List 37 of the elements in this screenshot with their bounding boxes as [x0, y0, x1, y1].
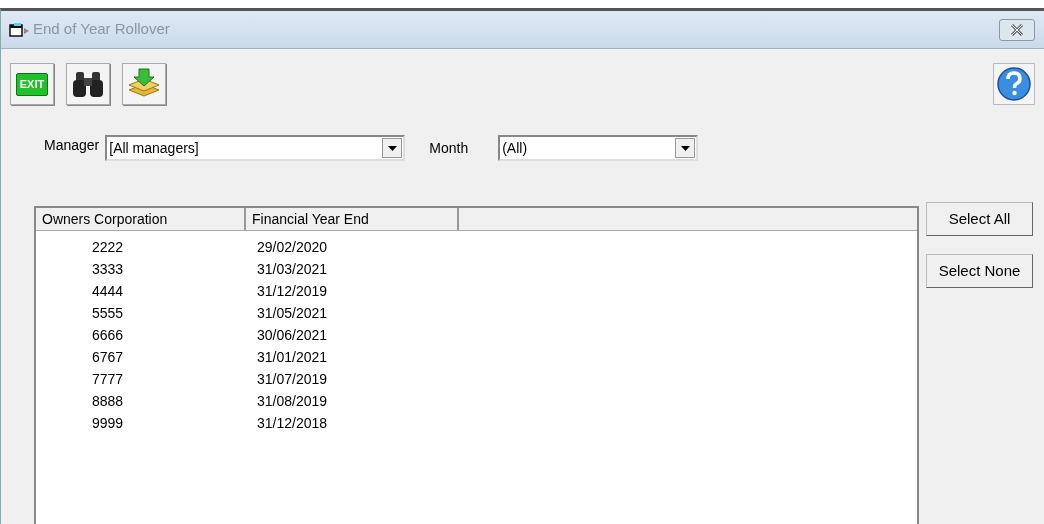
caret-icon — [680, 145, 690, 151]
close-button[interactable] — [999, 18, 1035, 41]
table-cell: 31/12/2019 — [257, 282, 328, 299]
column-header[interactable]: Owners Corporation — [36, 208, 246, 230]
table-cell: 8888 — [92, 392, 124, 409]
filter-label: Manager — [44, 135, 100, 155]
table-cell: 30/06/2021 — [257, 326, 328, 343]
table-cell: 9999 — [92, 414, 124, 431]
select-button[interactable]: Select None — [926, 254, 1033, 288]
column-header[interactable]: Financial Year End — [246, 208, 459, 230]
rollover-button[interactable] — [122, 63, 166, 105]
table-cell: 6767 — [92, 348, 124, 365]
dropdown-field[interactable]: [All managers] — [105, 135, 406, 161]
table-cell: 29/02/2020 — [257, 238, 328, 255]
close-icon — [1010, 23, 1024, 36]
find-button[interactable] — [66, 63, 110, 105]
table-cell: 31/12/2018 — [257, 414, 328, 431]
table-cell: 31/01/2021 — [257, 348, 328, 365]
table-cell: 4444 — [92, 282, 124, 299]
table-cell: 31/05/2021 — [257, 304, 328, 321]
table-cell: 3333 — [92, 260, 124, 277]
table-cell: 5555 — [92, 304, 124, 321]
filter-label: Month — [429, 138, 469, 158]
window-title: End of Year Rollover — [33, 19, 170, 40]
table-cell: 31/03/2021 — [257, 260, 328, 277]
dropdown-field[interactable]: (All) — [498, 135, 699, 161]
window-icon — [9, 21, 31, 38]
binoculars-icon — [72, 70, 104, 98]
help-button[interactable] — [993, 63, 1035, 105]
table-cell: 6666 — [92, 326, 124, 343]
help-icon — [996, 66, 1032, 102]
table-cell: 2222 — [92, 238, 124, 255]
caret-icon — [387, 145, 397, 151]
table-cell: 31/07/2019 — [257, 370, 328, 387]
select-button[interactable]: Select All — [926, 202, 1033, 236]
table-cell: 7777 — [92, 370, 124, 387]
table-cell: 31/08/2019 — [257, 392, 328, 409]
